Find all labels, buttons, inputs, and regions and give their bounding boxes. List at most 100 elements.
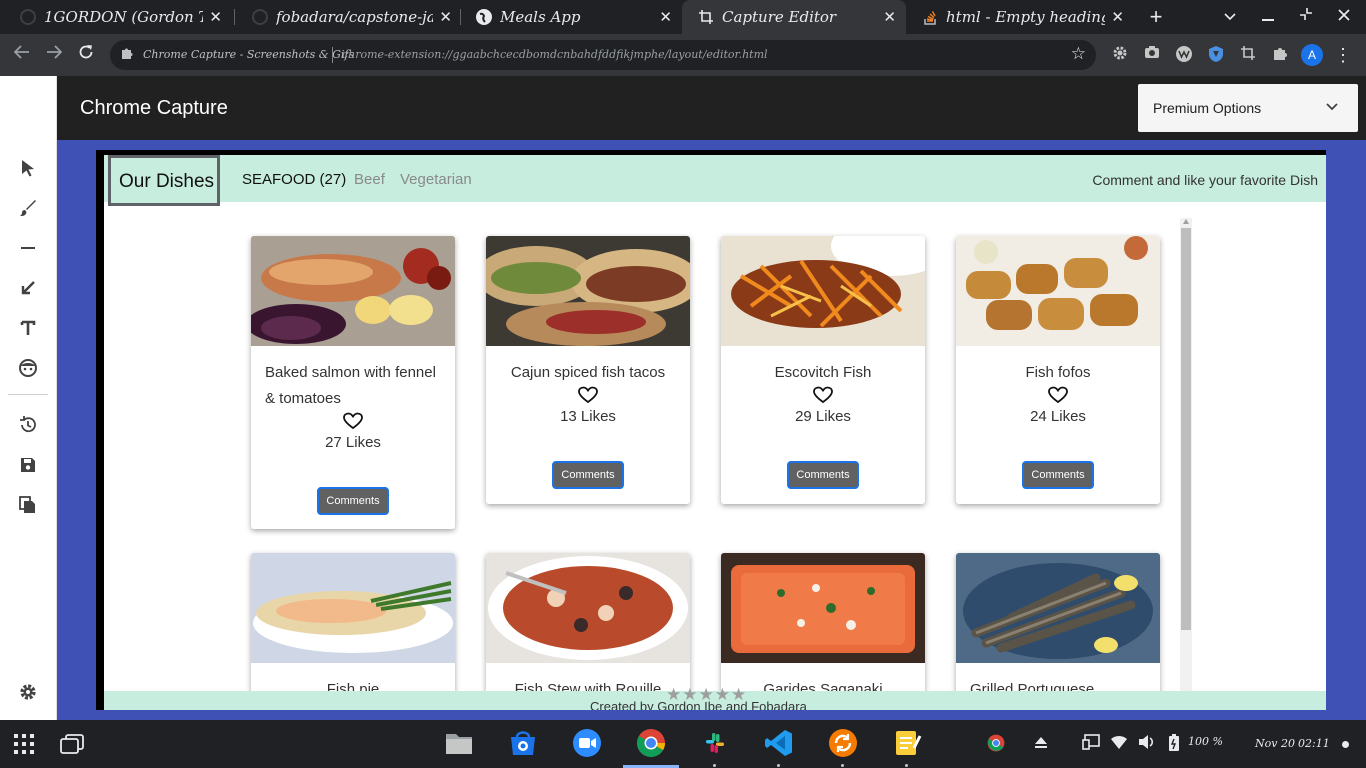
volume-icon[interactable] — [1138, 734, 1156, 750]
restore-icon[interactable] — [1287, 0, 1325, 34]
close-icon[interactable]: ✕ — [659, 8, 672, 26]
launcher-grid-icon[interactable] — [12, 732, 36, 756]
comments-button[interactable]: Comments — [552, 461, 624, 489]
brush-tool-icon[interactable] — [14, 194, 42, 222]
shield-extension-icon[interactable] — [1206, 45, 1226, 65]
dish-card: Grilled Portuguese — [956, 553, 1160, 710]
back-icon[interactable] — [8, 41, 36, 69]
nav-beef-link[interactable]: Beef — [354, 171, 385, 188]
heart-like-icon[interactable] — [813, 386, 833, 404]
line-tool-icon[interactable] — [14, 234, 42, 262]
extension-puzzle-icon — [120, 46, 136, 62]
sync-app-icon[interactable] — [828, 728, 858, 758]
dish-card: Escovitch Fish 29 Likes Comments — [721, 236, 925, 504]
wappalyzer-icon[interactable] — [1174, 45, 1194, 65]
browser-menu-icon[interactable]: ⋮ — [1333, 43, 1353, 67]
app-logo[interactable]: Our Dishes — [108, 155, 220, 206]
github-icon — [252, 9, 268, 25]
copy-icon[interactable] — [14, 491, 42, 519]
stackoverflow-icon — [922, 9, 938, 25]
tab-stackoverflow[interactable]: html - Empty heading ✕ — [906, 0, 1134, 34]
save-icon[interactable] — [14, 451, 42, 479]
files-app-icon[interactable] — [444, 728, 474, 758]
date-text[interactable]: Nov 20 — [1255, 737, 1295, 750]
close-window-icon[interactable] — [1325, 0, 1363, 34]
slack-app-icon[interactable] — [700, 728, 730, 758]
eject-icon[interactable] — [1033, 734, 1049, 750]
premium-options-label: Premium Options — [1153, 100, 1262, 116]
camera-extension-icon[interactable] — [1142, 45, 1162, 65]
tab-meals-app[interactable]: Meals App ✕ — [460, 0, 682, 34]
nav-seafood-link[interactable]: SEAFOOD (27) — [242, 171, 346, 188]
url-text[interactable]: chrome-extension://ggaabchcecdbomdcnbahd… — [342, 48, 768, 61]
vscode-app-icon[interactable] — [764, 728, 794, 758]
dish-photo-fish-stew — [486, 553, 690, 663]
browser-tab-strip: 1GORDON (Gordon Tu ✕ fobadara/capstone-j… — [0, 0, 1366, 34]
app-scrollbar[interactable] — [1180, 218, 1192, 698]
extensions-puzzle-icon[interactable] — [1270, 45, 1290, 65]
chrome-app-icon[interactable] — [636, 728, 666, 758]
close-icon[interactable]: ✕ — [439, 8, 452, 26]
web-store-icon[interactable] — [508, 728, 538, 758]
heart-like-icon[interactable] — [343, 412, 363, 430]
likes-count: 29 Likes — [795, 408, 851, 425]
minimize-icon[interactable] — [1249, 0, 1287, 34]
battery-icon[interactable] — [1168, 734, 1180, 752]
dish-photo-fish-pie — [251, 553, 455, 663]
close-icon[interactable]: ✕ — [1111, 8, 1124, 26]
blur-face-tool-icon[interactable] — [14, 354, 42, 382]
arrow-tool-icon[interactable] — [14, 274, 42, 302]
comments-button[interactable]: Comments — [787, 461, 859, 489]
reload-icon[interactable] — [72, 41, 100, 69]
heart-like-icon[interactable] — [1048, 386, 1068, 404]
browser-toolbar: Chrome Capture - Screenshots & Gifs chro… — [0, 34, 1366, 76]
dish-name: Escovitch Fish — [774, 364, 872, 381]
os-shelf: 100 % Nov 20 02:11 — [0, 720, 1366, 768]
profile-avatar[interactable]: A — [1301, 44, 1323, 66]
notes-app-icon[interactable] — [892, 728, 922, 758]
dish-photo-garides-saganaki — [721, 553, 925, 663]
select-tool-icon[interactable] — [14, 154, 42, 182]
editor-header: Chrome Capture Premium Options — [57, 76, 1366, 140]
globe-icon — [476, 9, 492, 25]
tab-title: Capture Editor — [722, 8, 837, 26]
new-tab-button[interactable]: + — [1143, 4, 1169, 30]
scrollbar-thumb[interactable] — [1181, 228, 1191, 630]
dish-photo-fish-fofos — [956, 236, 1160, 346]
screen-cast-icon[interactable] — [1082, 734, 1100, 750]
dish-card: Fish Stew with Rouille — [486, 553, 690, 710]
tab-capture-editor[interactable]: Capture Editor ✕ — [682, 0, 906, 34]
gear-extension-icon[interactable] — [1110, 45, 1130, 65]
comments-button[interactable]: Comments — [317, 487, 389, 515]
comments-button[interactable]: Comments — [1022, 461, 1094, 489]
chrome-tray-icon[interactable] — [987, 734, 1005, 752]
scroll-up-arrow-icon[interactable] — [1183, 219, 1189, 224]
notification-dot[interactable] — [1342, 741, 1349, 748]
rating-stars[interactable]: ★★★★★ — [666, 685, 747, 705]
dish-name: Fish fofos — [1025, 364, 1091, 381]
tab-search-icon[interactable] — [1211, 0, 1249, 34]
heart-like-icon[interactable] — [578, 386, 598, 404]
overview-icon[interactable] — [60, 734, 84, 754]
captured-screenshot[interactable]: SEAFOOD (27) Beef Vegetarian Comment and… — [104, 155, 1326, 710]
capture-extension-icon[interactable] — [1238, 45, 1258, 65]
tab-github-repo[interactable]: fobadara/capstone-java ✕ — [236, 0, 462, 34]
forward-icon[interactable] — [40, 41, 68, 69]
premium-options-dropdown[interactable]: Premium Options — [1138, 84, 1358, 132]
nav-vegetarian-link[interactable]: Vegetarian — [400, 171, 472, 188]
dish-name: Baked salmon with fennel & tomatoes — [265, 364, 436, 407]
time-text[interactable]: 02:11 — [1298, 737, 1330, 750]
address-bar[interactable]: Chrome Capture - Screenshots & Gifs chro… — [110, 40, 1096, 70]
settings-icon[interactable] — [14, 678, 42, 706]
dish-card: Baked salmon with fennel & tomatoes 27 L… — [251, 236, 455, 529]
close-icon[interactable]: ✕ — [209, 8, 222, 26]
close-icon[interactable]: ✕ — [883, 8, 896, 26]
running-indicator — [777, 764, 780, 767]
zoom-app-icon[interactable] — [572, 728, 602, 758]
history-icon[interactable] — [14, 411, 42, 439]
wifi-icon[interactable] — [1110, 734, 1128, 750]
battery-percent: 100 % — [1188, 735, 1223, 748]
text-tool-icon[interactable] — [14, 314, 42, 342]
bookmark-star-icon[interactable]: ☆ — [1071, 44, 1086, 64]
tab-github-profile[interactable]: 1GORDON (Gordon Tu ✕ — [4, 0, 232, 34]
